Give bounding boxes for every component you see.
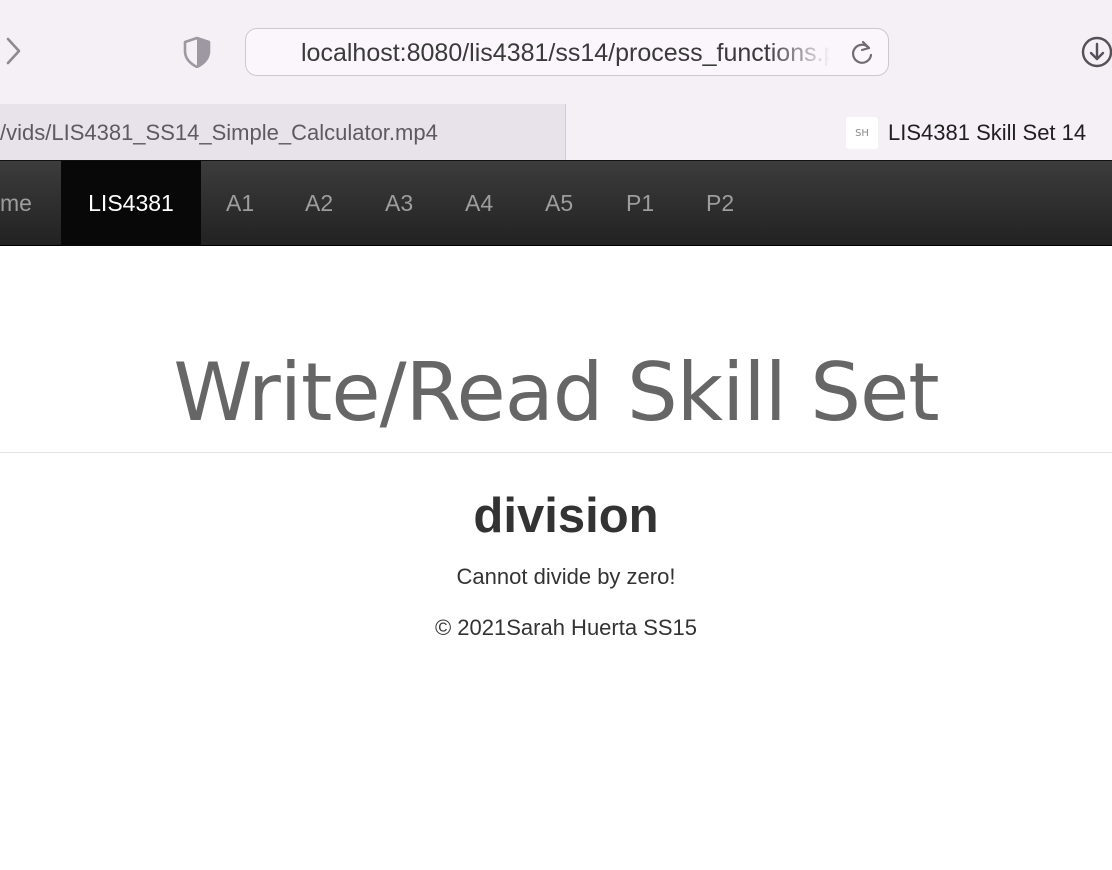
forward-button[interactable] xyxy=(0,33,28,69)
tab-video[interactable]: /vids/LIS4381_SS14_Simple_Calculator.mp4 xyxy=(0,104,566,160)
download-icon[interactable] xyxy=(1080,35,1112,69)
nav-item-p2[interactable]: P2 xyxy=(706,161,734,246)
nav-item-a3[interactable]: A3 xyxy=(385,161,413,246)
nav-item-p1[interactable]: P1 xyxy=(626,161,654,246)
favicon: SH xyxy=(846,117,878,149)
chevron-right-icon xyxy=(6,37,21,65)
tab-skill-set-14[interactable]: SH LIS4381 Skill Set 14 xyxy=(846,104,1112,160)
site-navbar: me LIS4381 A1 A2 A3 A4 A5 P1 P2 xyxy=(0,160,1112,246)
nav-item-home[interactable]: me xyxy=(0,161,32,246)
tab-title: LIS4381 Skill Set 14 xyxy=(888,120,1087,145)
page-title: Write/Read Skill Set xyxy=(173,346,939,439)
tab-strip: /vids/LIS4381_SS14_Simple_Calculator.mp4… xyxy=(0,104,1112,160)
nav-item-a5[interactable]: A5 xyxy=(545,161,573,246)
shield-icon[interactable] xyxy=(182,36,212,68)
nav-item-a1[interactable]: A1 xyxy=(226,161,254,246)
divider xyxy=(0,452,1112,453)
result-message: Cannot divide by zero! xyxy=(456,564,676,589)
reload-icon[interactable] xyxy=(848,39,876,67)
address-bar[interactable]: localhost:8080/lis4381/ss14/process_func… xyxy=(245,28,889,76)
url-text[interactable]: localhost:8080/lis4381/ss14/process_func… xyxy=(301,38,831,68)
nav-item-a2[interactable]: A2 xyxy=(305,161,333,246)
browser-toolbar: localhost:8080/lis4381/ss14/process_func… xyxy=(0,0,1112,104)
nav-item-lis4381[interactable]: LIS4381 xyxy=(61,161,201,246)
operation-heading: division xyxy=(473,489,659,543)
tab-title: /vids/LIS4381_SS14_Simple_Calculator.mp4 xyxy=(0,120,438,145)
nav-item-a4[interactable]: A4 xyxy=(465,161,493,246)
footer-copyright: © 2021Sarah Huerta SS15 xyxy=(434,615,698,640)
